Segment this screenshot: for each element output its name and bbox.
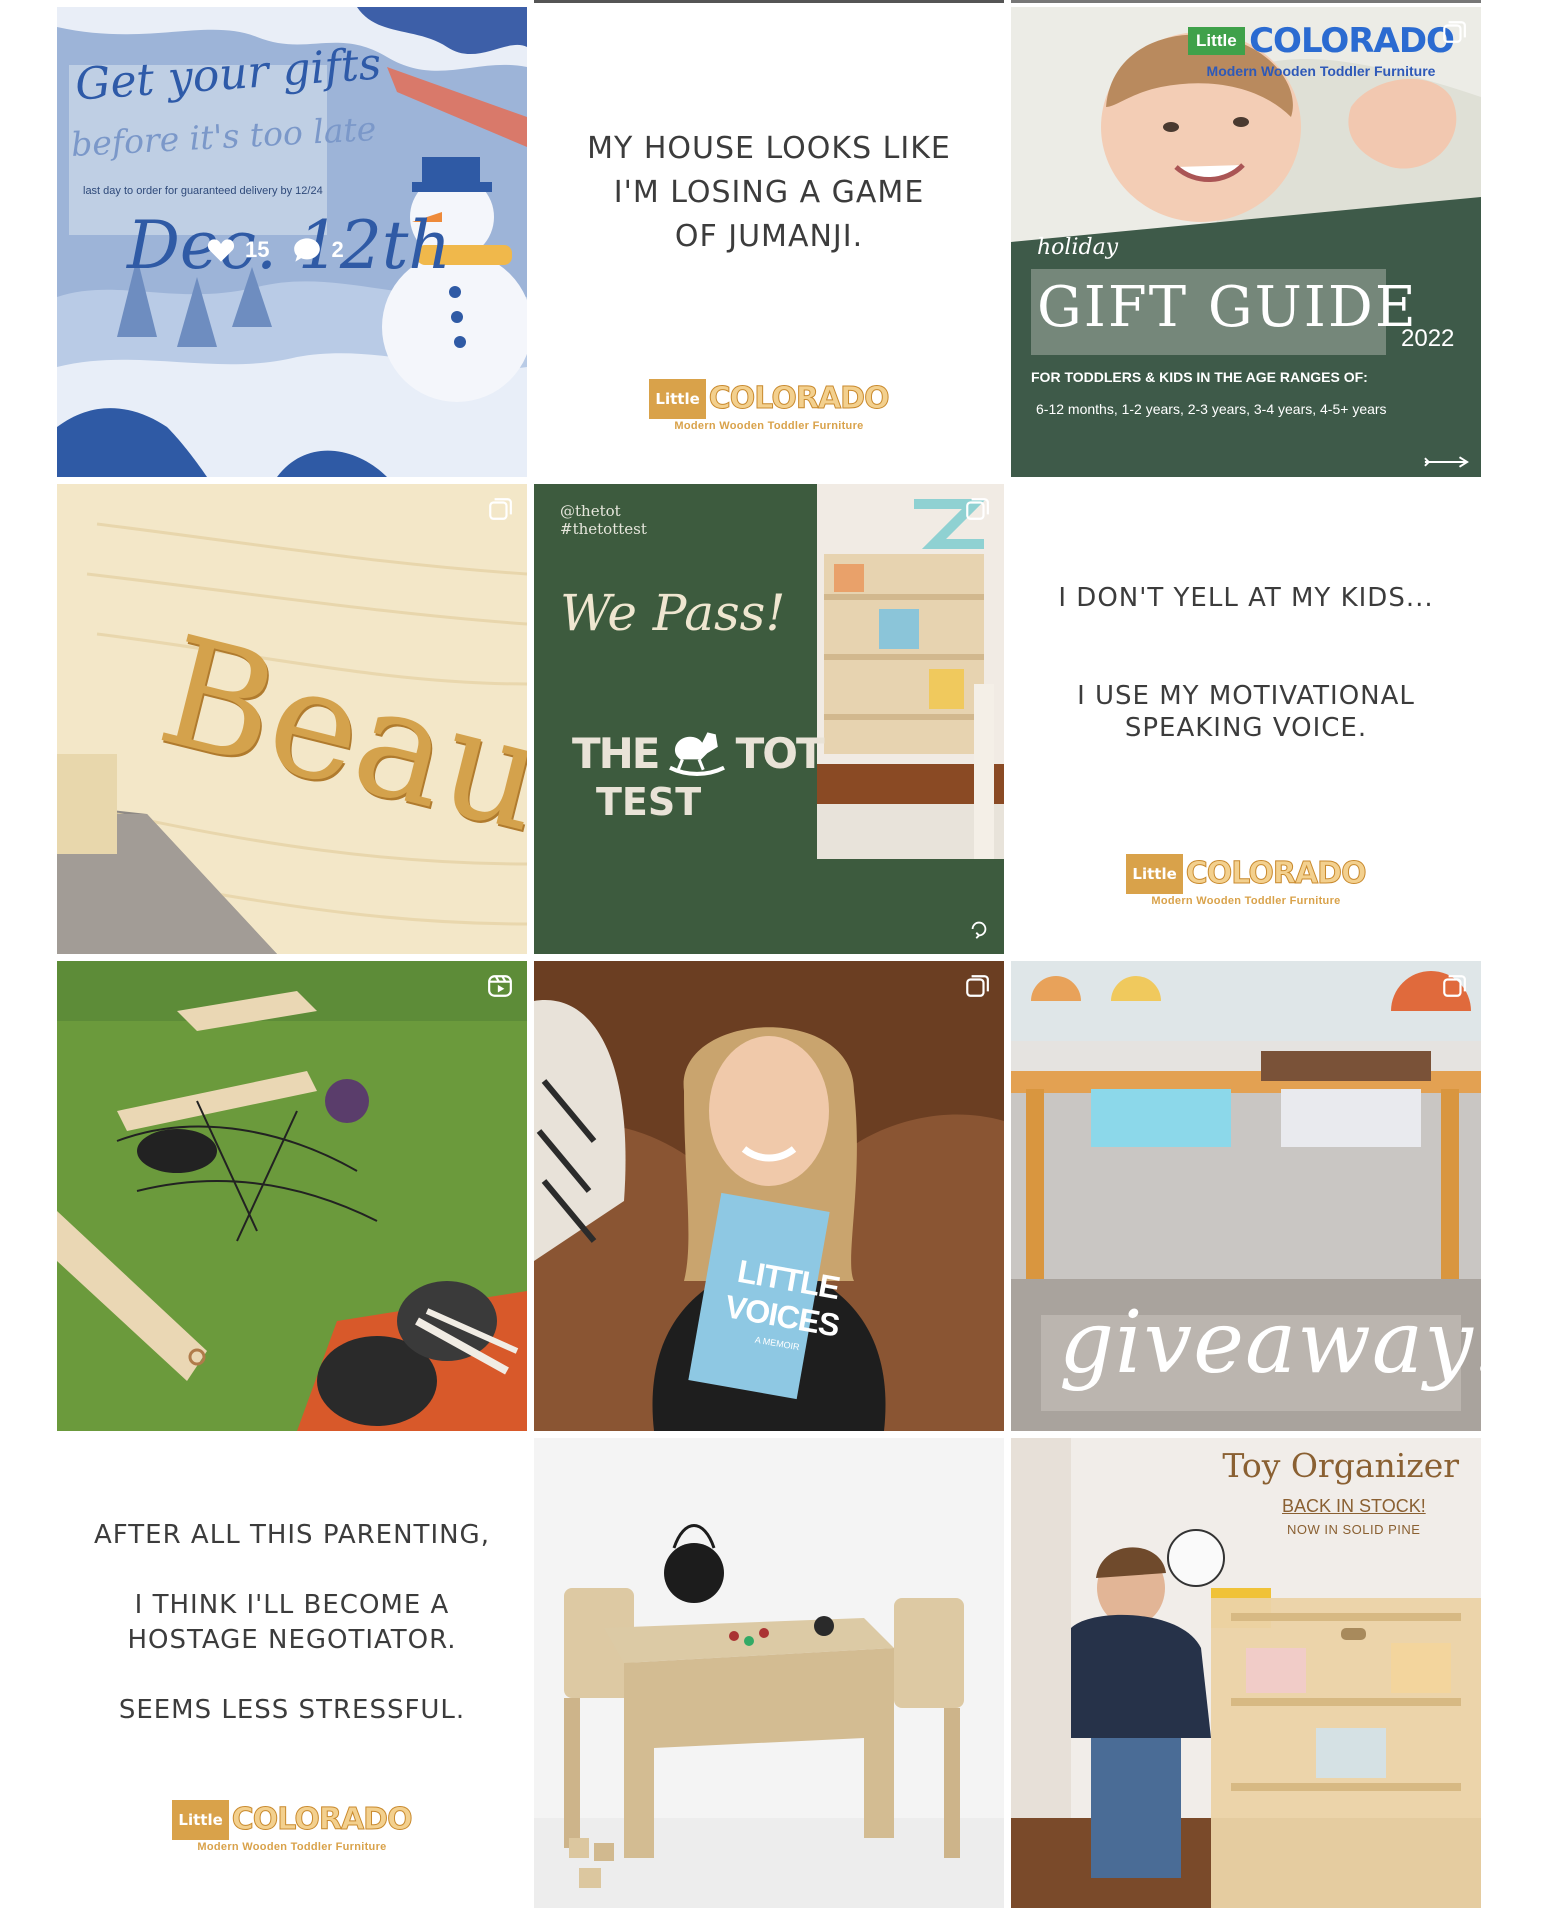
- table-chairs-photo: [534, 1438, 1004, 1908]
- logo-tagline: Modern Wooden Toddler Furniture: [197, 1841, 387, 1853]
- quote-line: MY HOUSE LOOKS LIKE: [587, 131, 951, 166]
- post-tile-little-voices[interactable]: LITTLE VOICES A MEMOIR: [534, 961, 1004, 1431]
- logo-little: Little: [1126, 854, 1183, 894]
- post-tile-giveaway[interactable]: giveaway!: [1011, 961, 1481, 1431]
- post-tile-table-chairs[interactable]: [534, 1438, 1004, 1908]
- post-tile-toy-organizer[interactable]: Toy Organizer BACK IN STOCK! NOW IN SOLI…: [1011, 1438, 1481, 1908]
- previous-row-edge: [534, 0, 1481, 3]
- quote-line: SEEMS LESS STRESSFUL.: [118, 1695, 466, 1725]
- post-tile-tot-test[interactable]: @thetot #thetottest We Pass! THE TOT TES…: [534, 484, 1004, 954]
- little-colorado-logo: Little COLORADO Modern Wooden Toddler Fur…: [1111, 854, 1381, 907]
- halloween-beam-photo: [57, 961, 527, 1431]
- post-tile-motivational-quote[interactable]: I DON'T YELL AT MY KIDS... I USE MY MOTI…: [1011, 484, 1481, 954]
- toy-organizer-photo: [1011, 1438, 1481, 1908]
- post-tile-gift-guide[interactable]: Little COLORADO Modern Wooden Toddler Fu…: [1011, 7, 1481, 477]
- logo-tagline: Modern Wooden Toddler Furniture: [674, 420, 864, 432]
- post-tile-engraved-name[interactable]: Beau: [57, 484, 527, 954]
- quote-line: I THINK I'LL BECOME A: [134, 1590, 450, 1620]
- post-tile-gift-deadline[interactable]: Get your gifts before it's too late last…: [57, 7, 527, 477]
- quote-line: HOSTAGE NEGOTIATOR.: [127, 1625, 457, 1655]
- quote-line: AFTER ALL THIS PARENTING,: [94, 1520, 490, 1550]
- quote-line: I USE MY MOTIVATIONAL: [1077, 681, 1415, 711]
- quote-text: MY HOUSE LOOKS LIKE I'M LOSING A GAME OF…: [534, 127, 1004, 259]
- little-colorado-logo: Little COLORADO Modern Wooden Toddler Fur…: [157, 1800, 427, 1853]
- logo-name: COLORADO: [708, 381, 890, 416]
- quote-line: SPEAKING VOICE.: [1124, 713, 1368, 743]
- post-tile-negotiator-quote[interactable]: AFTER ALL THIS PARENTING, I THINK I'LL B…: [57, 1438, 527, 1908]
- post-tile-halloween-beam[interactable]: [57, 961, 527, 1431]
- little-colorado-logo: Little COLORADO Modern Wooden Toddler Fur…: [634, 379, 904, 432]
- toddler-photo: [1011, 7, 1481, 477]
- quote-line: I'M LOSING A GAME: [613, 175, 925, 210]
- sensory-table-photo: [1011, 961, 1481, 1431]
- winter-scene-image: [57, 7, 527, 477]
- logo-name: COLORADO: [231, 1802, 413, 1837]
- playroom-photo: [534, 484, 1004, 954]
- engraved-toybox-photo: [57, 484, 527, 954]
- logo-tagline: Modern Wooden Toddler Furniture: [1151, 895, 1341, 907]
- logo-little: Little: [649, 379, 706, 419]
- author-photo: [534, 961, 1004, 1431]
- quote-text: I DON'T YELL AT MY KIDS... I USE MY MOTI…: [1011, 582, 1481, 744]
- reels-icon: [488, 975, 512, 997]
- logo-little: Little: [172, 1800, 229, 1840]
- quote-text: AFTER ALL THIS PARENTING, I THINK I'LL B…: [57, 1518, 527, 1728]
- post-grid: Get your gifts before it's too late last…: [57, 7, 1481, 1908]
- quote-line: I DON'T YELL AT MY KIDS...: [1058, 583, 1434, 613]
- logo-name: COLORADO: [1185, 856, 1367, 891]
- post-tile-jumanji-quote[interactable]: MY HOUSE LOOKS LIKE I'M LOSING A GAME OF…: [534, 7, 1004, 477]
- quote-line: OF JUMANJI.: [674, 219, 864, 254]
